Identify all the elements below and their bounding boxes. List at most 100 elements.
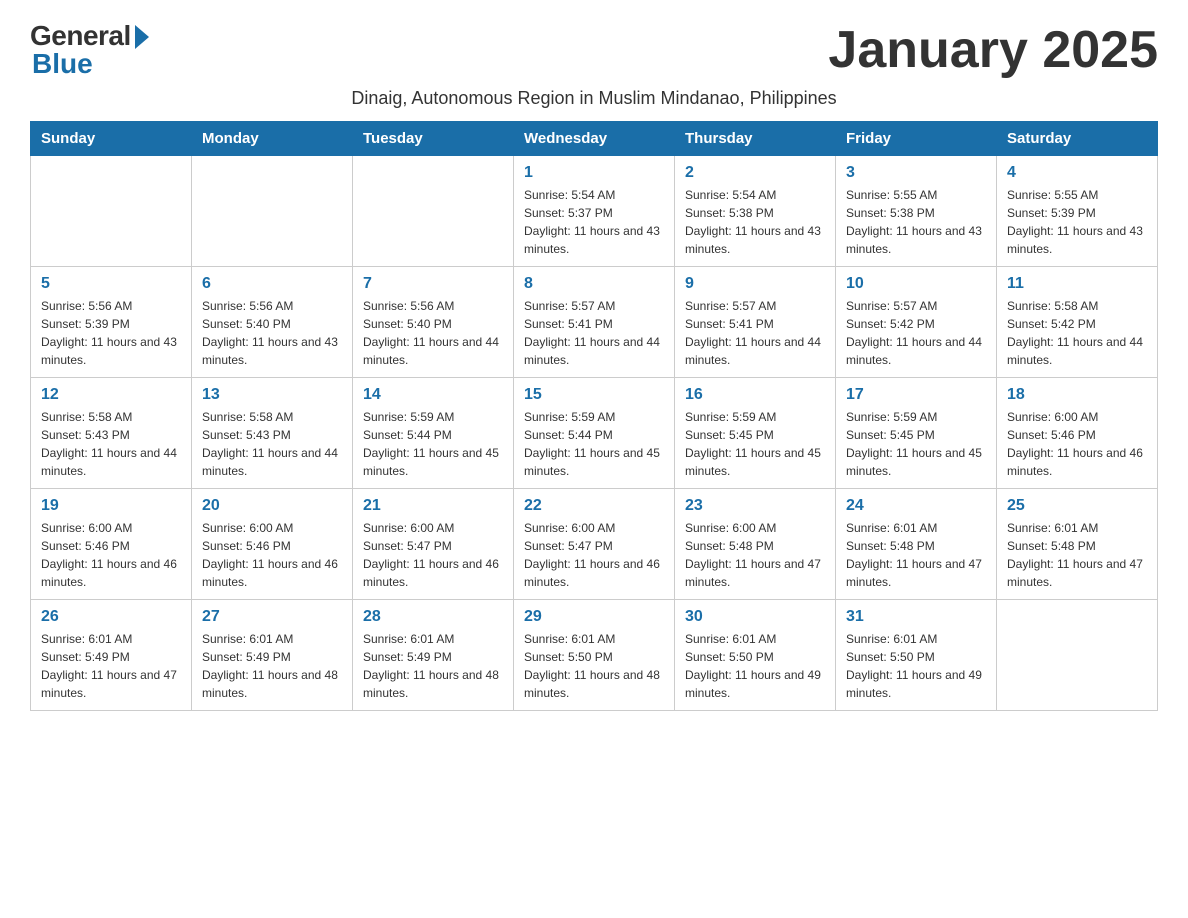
day-number: 21 [363,497,503,515]
day-info: Sunrise: 5:55 AMSunset: 5:39 PMDaylight:… [1007,186,1147,258]
day-number: 4 [1007,164,1147,182]
day-number: 11 [1007,275,1147,293]
day-number: 14 [363,386,503,404]
calendar-header-row: SundayMondayTuesdayWednesdayThursdayFrid… [31,122,1158,156]
calendar-cell: 5 Sunrise: 5:56 AMSunset: 5:39 PMDaylight… [31,267,192,378]
day-number: 24 [846,497,986,515]
day-info: Sunrise: 6:01 AMSunset: 5:48 PMDaylight:… [846,519,986,591]
day-info: Sunrise: 6:00 AMSunset: 5:46 PMDaylight:… [1007,408,1147,480]
day-number: 31 [846,608,986,626]
day-number: 28 [363,608,503,626]
calendar-cell: 15 Sunrise: 5:59 AMSunset: 5:44 PMDayligh… [514,378,675,489]
day-info: Sunrise: 5:59 AMSunset: 5:45 PMDaylight:… [846,408,986,480]
calendar-header-tuesday: Tuesday [353,122,514,156]
week-row-1: 1 Sunrise: 5:54 AMSunset: 5:37 PMDaylight… [31,156,1158,267]
page-title: January 2025 [828,20,1158,80]
calendar-cell: 22Sunrise: 6:00 AMSunset: 5:47 PMDayligh… [514,489,675,600]
day-number: 29 [524,608,664,626]
day-number: 15 [524,386,664,404]
day-number: 26 [41,608,181,626]
day-number: 5 [41,275,181,293]
calendar-cell: 14 Sunrise: 5:59 AMSunset: 5:44 PMDayligh… [353,378,514,489]
day-number: 16 [685,386,825,404]
day-info: Sunrise: 5:56 AMSunset: 5:40 PMDaylight:… [202,297,342,369]
day-number: 10 [846,275,986,293]
day-info: Sunrise: 6:01 AMSunset: 5:48 PMDaylight:… [1007,519,1147,591]
day-number: 9 [685,275,825,293]
day-number: 1 [524,164,664,182]
day-info: Sunrise: 5:59 AMSunset: 5:44 PMDaylight:… [524,408,664,480]
day-info: Sunrise: 6:01 AMSunset: 5:50 PMDaylight:… [846,630,986,702]
calendar-cell: 4 Sunrise: 5:55 AMSunset: 5:39 PMDaylight… [997,156,1158,267]
day-number: 25 [1007,497,1147,515]
calendar-cell: 9 Sunrise: 5:57 AMSunset: 5:41 PMDaylight… [675,267,836,378]
day-number: 17 [846,386,986,404]
calendar-cell: 27Sunrise: 6:01 AMSunset: 5:49 PMDayligh… [192,600,353,711]
calendar-header-sunday: Sunday [31,122,192,156]
day-info: Sunrise: 6:01 AMSunset: 5:49 PMDaylight:… [41,630,181,702]
day-info: Sunrise: 6:00 AMSunset: 5:47 PMDaylight:… [363,519,503,591]
calendar-cell: 28 Sunrise: 6:01 AMSunset: 5:49 PMDayligh… [353,600,514,711]
calendar-cell: 6Sunrise: 5:56 AMSunset: 5:40 PMDaylight… [192,267,353,378]
week-row-5: 26 Sunrise: 6:01 AMSunset: 5:49 PMDayligh… [31,600,1158,711]
day-number: 23 [685,497,825,515]
calendar-cell: 16Sunrise: 5:59 AMSunset: 5:45 PMDayligh… [675,378,836,489]
day-number: 2 [685,164,825,182]
week-row-4: 19 Sunrise: 6:00 AMSunset: 5:46 PMDayligh… [31,489,1158,600]
logo-arrow-icon [135,25,149,49]
calendar-cell [353,156,514,267]
calendar-table: SundayMondayTuesdayWednesdayThursdayFrid… [30,121,1158,711]
day-info: Sunrise: 5:57 AMSunset: 5:41 PMDaylight:… [685,297,825,369]
calendar-header-wednesday: Wednesday [514,122,675,156]
day-info: Sunrise: 5:56 AMSunset: 5:40 PMDaylight:… [363,297,503,369]
logo: General Blue [30,20,149,80]
logo-blue-text: Blue [30,48,93,80]
calendar-cell: 24 Sunrise: 6:01 AMSunset: 5:48 PMDayligh… [836,489,997,600]
calendar-cell: 13 Sunrise: 5:58 AMSunset: 5:43 PMDayligh… [192,378,353,489]
day-number: 13 [202,386,342,404]
day-number: 18 [1007,386,1147,404]
day-info: Sunrise: 5:57 AMSunset: 5:41 PMDaylight:… [524,297,664,369]
calendar-cell [31,156,192,267]
day-info: Sunrise: 5:59 AMSunset: 5:44 PMDaylight:… [363,408,503,480]
day-info: Sunrise: 5:54 AMSunset: 5:37 PMDaylight:… [524,186,664,258]
week-row-3: 12 Sunrise: 5:58 AMSunset: 5:43 PMDayligh… [31,378,1158,489]
day-info: Sunrise: 5:57 AMSunset: 5:42 PMDaylight:… [846,297,986,369]
day-info: Sunrise: 6:01 AMSunset: 5:50 PMDaylight:… [685,630,825,702]
page-header: General Blue January 2025 [30,20,1158,80]
calendar-cell: 7 Sunrise: 5:56 AMSunset: 5:40 PMDaylight… [353,267,514,378]
calendar-cell: 10 Sunrise: 5:57 AMSunset: 5:42 PMDayligh… [836,267,997,378]
calendar-cell: 25 Sunrise: 6:01 AMSunset: 5:48 PMDayligh… [997,489,1158,600]
day-info: Sunrise: 6:01 AMSunset: 5:49 PMDaylight:… [363,630,503,702]
day-number: 20 [202,497,342,515]
calendar-cell: 18 Sunrise: 6:00 AMSunset: 5:46 PMDayligh… [997,378,1158,489]
day-number: 3 [846,164,986,182]
calendar-cell: 31 Sunrise: 6:01 AMSunset: 5:50 PMDayligh… [836,600,997,711]
day-info: Sunrise: 6:01 AMSunset: 5:50 PMDaylight:… [524,630,664,702]
day-number: 30 [685,608,825,626]
calendar-cell [192,156,353,267]
calendar-header-friday: Friday [836,122,997,156]
day-number: 8 [524,275,664,293]
calendar-cell: 11Sunrise: 5:58 AMSunset: 5:42 PMDayligh… [997,267,1158,378]
day-number: 27 [202,608,342,626]
day-info: Sunrise: 5:54 AMSunset: 5:38 PMDaylight:… [685,186,825,258]
calendar-cell [997,600,1158,711]
day-number: 22 [524,497,664,515]
day-number: 19 [41,497,181,515]
day-info: Sunrise: 5:58 AMSunset: 5:43 PMDaylight:… [41,408,181,480]
day-info: Sunrise: 5:56 AMSunset: 5:39 PMDaylight:… [41,297,181,369]
day-info: Sunrise: 5:55 AMSunset: 5:38 PMDaylight:… [846,186,986,258]
week-row-2: 5 Sunrise: 5:56 AMSunset: 5:39 PMDaylight… [31,267,1158,378]
calendar-cell: 3 Sunrise: 5:55 AMSunset: 5:38 PMDaylight… [836,156,997,267]
calendar-cell: 26 Sunrise: 6:01 AMSunset: 5:49 PMDayligh… [31,600,192,711]
calendar-header-monday: Monday [192,122,353,156]
day-number: 12 [41,386,181,404]
day-info: Sunrise: 6:00 AMSunset: 5:46 PMDaylight:… [41,519,181,591]
subtitle: Dinaig, Autonomous Region in Muslim Mind… [30,88,1158,109]
calendar-cell: 30 Sunrise: 6:01 AMSunset: 5:50 PMDayligh… [675,600,836,711]
day-info: Sunrise: 6:00 AMSunset: 5:48 PMDaylight:… [685,519,825,591]
day-number: 7 [363,275,503,293]
calendar-cell: 8 Sunrise: 5:57 AMSunset: 5:41 PMDaylight… [514,267,675,378]
day-info: Sunrise: 5:58 AMSunset: 5:43 PMDaylight:… [202,408,342,480]
